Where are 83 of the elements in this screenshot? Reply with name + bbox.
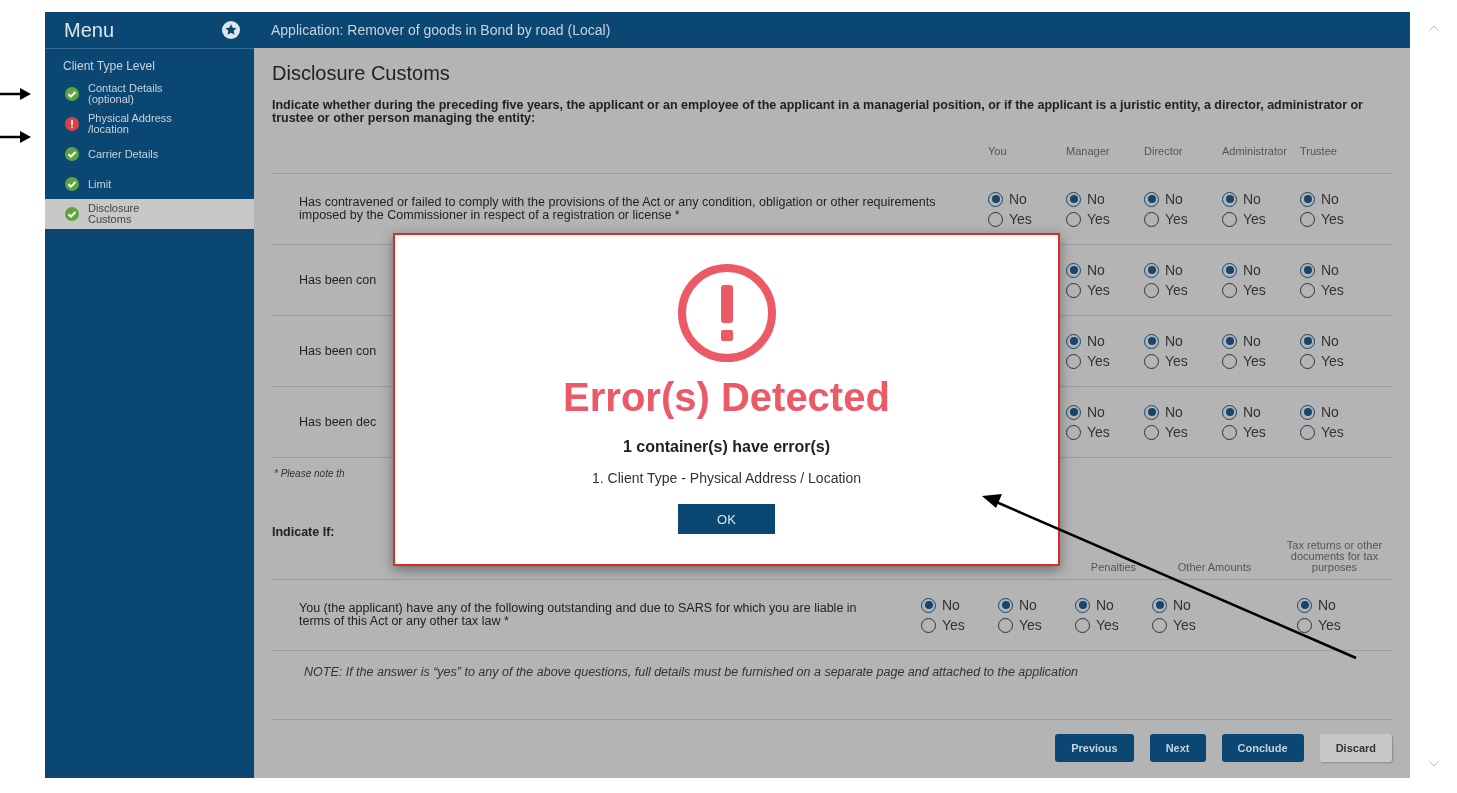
sidebar-item[interactable]: Contact Details (optional) bbox=[45, 79, 254, 109]
radio-button[interactable]: Yes bbox=[921, 616, 998, 634]
note-text: NOTE: If the answer is “yes” to any of the above questions, full details must be furnished on a separate page and attached to the application bbox=[303, 664, 1080, 681]
column-header: Administrator bbox=[1222, 144, 1288, 159]
sidebar-item[interactable]: Physical Address /location bbox=[45, 109, 254, 139]
radio-button[interactable]: No bbox=[1144, 403, 1222, 421]
sidebar-item[interactable]: Limit bbox=[45, 169, 254, 199]
column-header: You bbox=[988, 144, 1008, 159]
sidebar-item[interactable]: Carrier Details bbox=[45, 139, 254, 169]
radio-button[interactable]: Yes bbox=[988, 210, 1066, 228]
radio-button[interactable]: No bbox=[921, 596, 998, 614]
radio-button[interactable]: Yes bbox=[1300, 281, 1392, 299]
radio-button[interactable]: No bbox=[988, 190, 1066, 208]
arrow-icon bbox=[0, 87, 32, 101]
radio-button[interactable]: No bbox=[1300, 332, 1392, 350]
radio-button[interactable]: Yes bbox=[1144, 210, 1222, 228]
radio-button[interactable]: No bbox=[1222, 403, 1300, 421]
radio-button[interactable]: Yes bbox=[1144, 352, 1222, 370]
radio-button[interactable]: Yes bbox=[1222, 210, 1300, 228]
radio-button[interactable]: No bbox=[1066, 332, 1144, 350]
radio-button[interactable]: Yes bbox=[1066, 352, 1144, 370]
scroll-up-icon[interactable] bbox=[1427, 24, 1440, 32]
radio-button[interactable]: Yes bbox=[1222, 352, 1300, 370]
radio-button[interactable]: No bbox=[1075, 596, 1152, 614]
radio-button[interactable]: Yes bbox=[1066, 281, 1144, 299]
menu-title: Menu bbox=[64, 18, 115, 42]
header-title: Application: Remover of goods in Bond by road (Local) bbox=[254, 12, 1410, 48]
radio-button[interactable]: Yes bbox=[1144, 423, 1222, 441]
radio-button[interactable]: No bbox=[1297, 596, 1392, 614]
dialog-title: Error(s) Detected bbox=[563, 375, 890, 420]
radio-button[interactable]: No bbox=[998, 596, 1075, 614]
column-header: Manager bbox=[1066, 144, 1111, 159]
radio-button[interactable]: No bbox=[1152, 596, 1277, 614]
radio-button[interactable]: Yes bbox=[1300, 210, 1392, 228]
radio-button[interactable]: No bbox=[1300, 190, 1392, 208]
radio-button[interactable]: No bbox=[1144, 190, 1222, 208]
column-header: Other Amounts bbox=[1176, 560, 1253, 575]
question-text: Has contravened or failed to comply with the provisions of the Act or any condition, obligation or other requirements imposed by the Commissioner in respect of a registration or license * bbox=[298, 196, 937, 222]
nav-button[interactable]: Previous bbox=[1055, 734, 1134, 762]
radio-button[interactable]: Yes bbox=[1222, 423, 1300, 441]
warning-icon bbox=[676, 263, 777, 363]
radio-button[interactable]: Yes bbox=[1066, 423, 1144, 441]
question-text: Has been con bbox=[298, 273, 378, 287]
ok-button[interactable]: OK bbox=[678, 504, 775, 534]
question-text: Has been dec bbox=[298, 415, 378, 429]
column-header: Director bbox=[1144, 144, 1184, 159]
dialog-subtitle: 1 container(s) have error(s) bbox=[622, 438, 831, 456]
radio-button[interactable]: Yes bbox=[1300, 352, 1392, 370]
radio-button[interactable]: Yes bbox=[1152, 616, 1277, 634]
sidebar-item[interactable]: Disclosure Customs bbox=[45, 199, 254, 229]
column-header: Tax returns or other documents for tax purposes bbox=[1285, 538, 1384, 575]
radio-button[interactable]: No bbox=[1300, 403, 1392, 421]
radio-button[interactable]: No bbox=[1066, 261, 1144, 279]
intro-text: Indicate whether during the preceding five years, the applicant or an employee of the applicant in a managerial position, or if the applicant is a juristic entity, a director, administrator or trustee or other person managing the entity: bbox=[272, 99, 1364, 125]
question-text: You (the applicant) have any of the following outstanding and due to SARS for which you are liable in terms of this Act or any other tax law * bbox=[298, 602, 858, 628]
radio-button[interactable]: No bbox=[1222, 190, 1300, 208]
arrow-icon bbox=[0, 130, 32, 144]
radio-button[interactable]: No bbox=[1222, 261, 1300, 279]
radio-button[interactable]: Yes bbox=[1300, 423, 1392, 441]
radio-button[interactable]: Yes bbox=[1075, 616, 1152, 634]
radio-button[interactable]: Yes bbox=[1222, 281, 1300, 299]
radio-button[interactable]: No bbox=[1066, 190, 1144, 208]
radio-button[interactable]: Yes bbox=[1144, 281, 1222, 299]
radio-button[interactable]: No bbox=[1066, 403, 1144, 421]
page-title: Disclosure Customs bbox=[272, 62, 451, 85]
section-label: Indicate If: bbox=[272, 525, 335, 539]
nav-button[interactable]: Conclude bbox=[1221, 734, 1304, 762]
column-header: Trustee bbox=[1300, 144, 1338, 159]
radio-button[interactable]: No bbox=[1144, 332, 1222, 350]
error-message: 1. Client Type - Physical Address / Location bbox=[592, 470, 861, 486]
radio-button[interactable]: No bbox=[1144, 261, 1222, 279]
column-header: Penalties bbox=[1089, 560, 1138, 575]
radio-button[interactable]: No bbox=[1222, 332, 1300, 350]
nav-button[interactable]: Next bbox=[1149, 734, 1206, 762]
section-heading: Client Type Level bbox=[62, 58, 156, 75]
radio-button[interactable]: Yes bbox=[1297, 616, 1392, 634]
radio-button[interactable]: No bbox=[1300, 261, 1392, 279]
question-text: Has been con bbox=[298, 344, 378, 358]
radio-button[interactable]: Yes bbox=[1066, 210, 1144, 228]
footnote: * Please note th bbox=[274, 468, 345, 479]
discard-button[interactable]: Discard bbox=[1319, 734, 1392, 762]
radio-button[interactable]: Yes bbox=[998, 616, 1075, 634]
scroll-down-icon[interactable] bbox=[1427, 760, 1440, 768]
